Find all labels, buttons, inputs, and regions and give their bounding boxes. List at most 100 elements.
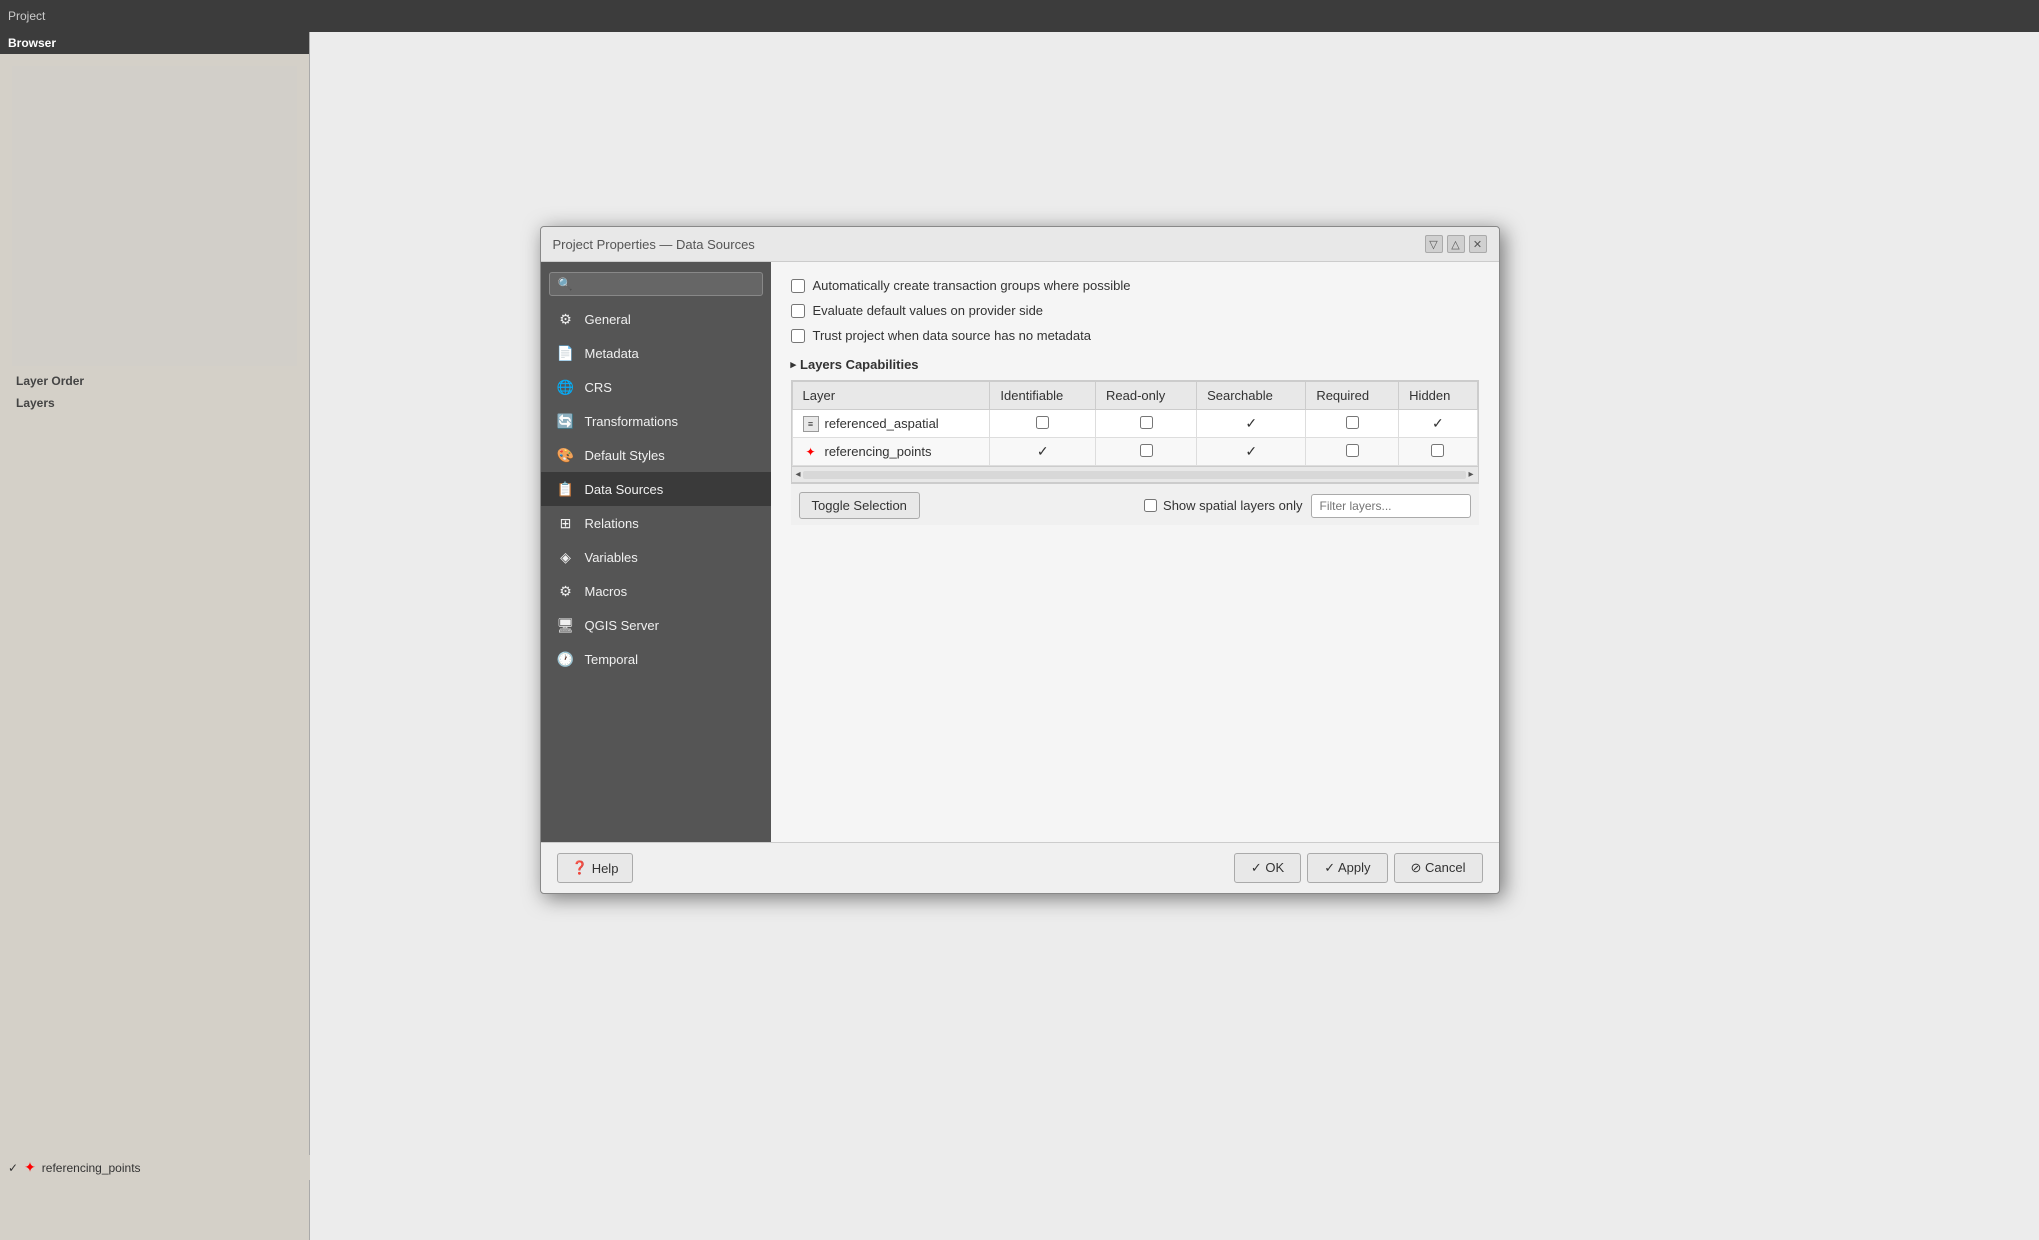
auto-transaction-label[interactable]: Automatically create transaction groups … [813, 278, 1131, 293]
general-icon: ⚙ [557, 310, 575, 328]
col-layer: Layer [792, 382, 990, 410]
layers-table-scroll[interactable]: Layer Identifiable Read-only Searchable … [791, 380, 1479, 467]
temporal-icon: 🕐 [557, 650, 575, 668]
filter-layers-input[interactable] [1311, 494, 1471, 518]
sidebar-label-crs: CRS [585, 380, 612, 395]
layer-name-aspatial: referenced_aspatial [825, 416, 939, 431]
searchable-cell-aspatial[interactable]: ✓ [1197, 410, 1306, 438]
toggle-selection-button[interactable]: Toggle Selection [799, 492, 920, 519]
maximize-button[interactable]: △ [1447, 235, 1465, 253]
sidebar-item-relations[interactable]: ⊞ Relations [541, 506, 771, 540]
sidebar-item-macros[interactable]: ⚙ Macros [541, 574, 771, 608]
layers-capabilities-title: Layers Capabilities [791, 357, 1479, 372]
apply-button[interactable]: ✓ Apply [1307, 853, 1387, 883]
eval-default-row: Evaluate default values on provider side [791, 303, 1479, 318]
identifiable-checkbox-aspatial[interactable] [1036, 416, 1049, 429]
sidebar-item-metadata[interactable]: 📄 Metadata [541, 336, 771, 370]
main-content: Automatically create transaction groups … [771, 262, 1499, 842]
hidden-cell-aspatial[interactable]: ✓ [1399, 410, 1477, 438]
searchable-cell-points[interactable]: ✓ [1197, 438, 1306, 466]
scroll-right-arrow[interactable]: ▸ [1468, 469, 1473, 480]
sidebar-item-qgis-server[interactable]: 🖥 QGIS Server [541, 608, 771, 642]
eval-default-label[interactable]: Evaluate default values on provider side [813, 303, 1044, 318]
layers-capabilities-table: Layer Identifiable Read-only Searchable … [792, 381, 1478, 466]
transformations-icon: 🔄 [557, 412, 575, 430]
dialog-title-bar: Project Properties — Data Sources ▽ △ ✕ [541, 227, 1499, 262]
trust-project-label[interactable]: Trust project when data source has no me… [813, 328, 1091, 343]
macros-icon: ⚙ [557, 582, 575, 600]
search-box[interactable]: 🔍 [549, 272, 763, 296]
required-checkbox-points[interactable] [1346, 444, 1359, 457]
minimize-button[interactable]: ▽ [1425, 235, 1443, 253]
dialog-body: 🔍 ⚙ General 📄 Metadata 🌐 CRS 🔄 T [541, 262, 1499, 842]
sidebar-label-general: General [585, 312, 631, 327]
sidebar-label-transformations: Transformations [585, 414, 678, 429]
ok-button[interactable]: ✓ OK [1234, 853, 1301, 883]
col-required: Required [1306, 382, 1399, 410]
sidebar-item-crs[interactable]: 🌐 CRS [541, 370, 771, 404]
sidebar-label-default-styles: Default Styles [585, 448, 665, 463]
search-icon: 🔍 [558, 277, 573, 291]
spatial-check-row: Show spatial layers only [1144, 498, 1302, 513]
sidebar-item-temporal[interactable]: 🕐 Temporal [541, 642, 771, 676]
table-row[interactable]: ✦ referencing_points ✓ [792, 438, 1477, 466]
searchable-check-points: ✓ [1245, 443, 1257, 459]
help-icon: ❓ [572, 860, 588, 876]
variables-icon: ◈ [557, 548, 575, 566]
read-only-checkbox-aspatial[interactable] [1140, 416, 1153, 429]
close-button[interactable]: ✕ [1469, 235, 1487, 253]
sidebar-item-general[interactable]: ⚙ General [541, 302, 771, 336]
project-properties-dialog: Project Properties — Data Sources ▽ △ ✕ … [540, 226, 1500, 894]
metadata-icon: 📄 [557, 344, 575, 362]
layer-name-cell: ✦ referencing_points [792, 438, 990, 466]
sidebar-label-macros: Macros [585, 584, 628, 599]
scroll-left-arrow[interactable]: ◂ [796, 469, 801, 480]
show-spatial-checkbox[interactable] [1144, 499, 1157, 512]
dialog-footer: ❓ Help ✓ OK ✓ Apply ⊘ Cancel [541, 842, 1499, 893]
relations-icon: ⊞ [557, 514, 575, 532]
crs-icon: 🌐 [557, 378, 575, 396]
sidebar-item-variables[interactable]: ◈ Variables [541, 540, 771, 574]
hidden-checkbox-points[interactable] [1431, 444, 1444, 457]
required-checkbox-aspatial[interactable] [1346, 416, 1359, 429]
identifiable-cell-points[interactable]: ✓ [990, 438, 1096, 466]
table-bottom-bar: Toggle Selection Show spatial layers onl… [791, 483, 1479, 525]
search-input[interactable] [576, 277, 753, 291]
layer-name-points: referencing_points [825, 444, 932, 459]
layer-name-cell: ≡ referenced_aspatial [792, 410, 990, 438]
searchable-check-aspatial: ✓ [1245, 415, 1257, 431]
sidebar-item-data-sources[interactable]: 📋 Data Sources [541, 472, 771, 506]
scroll-track[interactable] [803, 471, 1467, 479]
sidebar-label-metadata: Metadata [585, 346, 639, 361]
required-cell-points[interactable] [1306, 438, 1399, 466]
required-cell-aspatial[interactable] [1306, 410, 1399, 438]
sidebar-label-temporal: Temporal [585, 652, 638, 667]
col-hidden: Hidden [1399, 382, 1477, 410]
sidebar-label-qgis-server: QGIS Server [585, 618, 659, 633]
eval-default-checkbox[interactable] [791, 304, 805, 318]
help-button[interactable]: ❓ Help [557, 853, 634, 883]
sidebar-item-transformations[interactable]: 🔄 Transformations [541, 404, 771, 438]
filter-row: Show spatial layers only [1144, 494, 1470, 518]
data-sources-icon: 📋 [557, 480, 575, 498]
hidden-cell-points[interactable] [1399, 438, 1477, 466]
help-label: Help [592, 861, 619, 876]
auto-transaction-row: Automatically create transaction groups … [791, 278, 1479, 293]
aspatial-table-icon: ≡ [803, 416, 819, 432]
sidebar: 🔍 ⚙ General 📄 Metadata 🌐 CRS 🔄 T [541, 262, 771, 842]
read-only-cell-points[interactable] [1096, 438, 1197, 466]
cancel-button[interactable]: ⊘ Cancel [1394, 853, 1483, 883]
auto-transaction-checkbox[interactable] [791, 279, 805, 293]
identifiable-cell-aspatial[interactable] [990, 410, 1096, 438]
trust-project-row: Trust project when data source has no me… [791, 328, 1479, 343]
show-spatial-label[interactable]: Show spatial layers only [1163, 498, 1302, 513]
trust-project-checkbox[interactable] [791, 329, 805, 343]
read-only-cell-aspatial[interactable] [1096, 410, 1197, 438]
dialog-title: Project Properties — Data Sources [553, 237, 755, 252]
sidebar-item-default-styles[interactable]: 🎨 Default Styles [541, 438, 771, 472]
col-read-only: Read-only [1096, 382, 1197, 410]
points-table-icon: ✦ [803, 444, 819, 460]
default-styles-icon: 🎨 [557, 446, 575, 464]
table-row[interactable]: ≡ referenced_aspatial [792, 410, 1477, 438]
read-only-checkbox-points[interactable] [1140, 444, 1153, 457]
